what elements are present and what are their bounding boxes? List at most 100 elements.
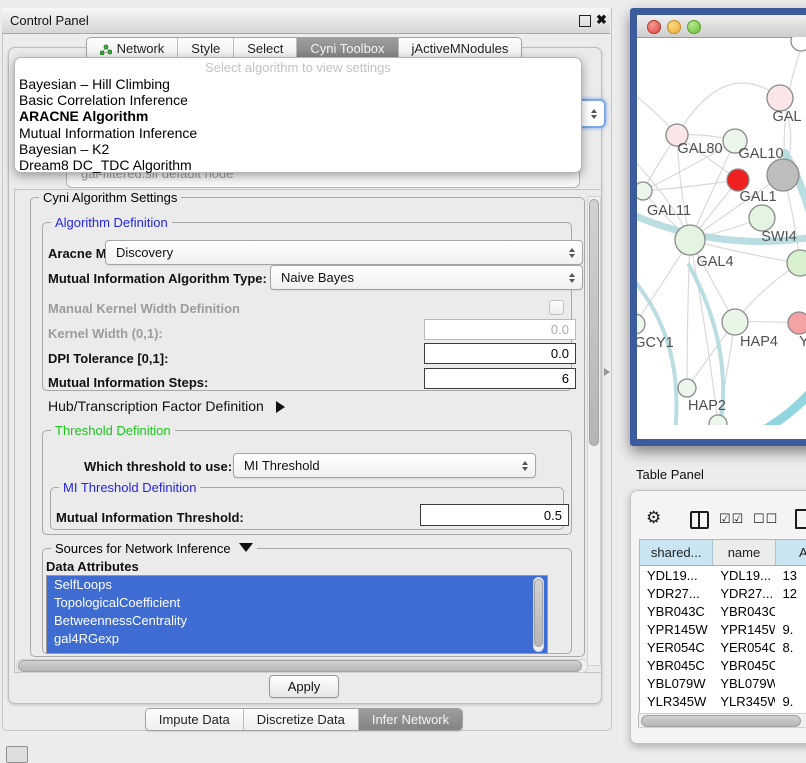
table-cell: YER054C — [640, 640, 713, 655]
network-node[interactable] — [709, 415, 727, 425]
gear-icon[interactable]: ⚙ — [646, 508, 661, 528]
network-node-label: GAL11 — [647, 203, 691, 219]
network-node[interactable] — [727, 169, 749, 191]
tab-label: Cyni Toolbox — [310, 38, 384, 59]
which-threshold-label: Which threshold to use: — [84, 459, 232, 474]
network-node-gal1[interactable] — [749, 205, 775, 231]
bottom-tab-discretize-data[interactable]: Discretize Data — [244, 709, 359, 730]
network-node-y[interactable] — [788, 312, 806, 334]
network-node-label: HAP2 — [688, 398, 726, 414]
table-row[interactable]: YDL19...YDL19...13 — [640, 566, 806, 584]
algorithm-option[interactable]: Mutual Information Inference — [15, 125, 581, 141]
settings-hscrollbar-thumb[interactable] — [18, 660, 582, 672]
network-node-gal[interactable] — [767, 85, 793, 111]
tab-network[interactable]: Network — [87, 38, 179, 59]
network-node-gcy1[interactable] — [637, 314, 645, 334]
manual-kernel-checkbox[interactable] — [549, 300, 564, 315]
float-window-icon[interactable] — [579, 15, 591, 27]
table-cell: YLR345W — [640, 694, 713, 709]
deselect-all-icon[interactable]: ☐☐ — [753, 511, 778, 527]
minimize-traffic-light-icon[interactable] — [667, 20, 681, 34]
network-node-gal11[interactable] — [637, 182, 652, 200]
table-cell: 9. — [775, 622, 806, 637]
close-traffic-light-icon[interactable] — [647, 20, 661, 34]
tab-style[interactable]: Style — [178, 38, 234, 59]
algorithm-option[interactable]: ARACNE Algorithm — [15, 108, 581, 124]
network-node-hap4[interactable] — [722, 309, 748, 335]
column-header-name[interactable]: name — [713, 540, 775, 566]
table-row[interactable]: YPR145WYPR145W9. — [640, 620, 806, 638]
document-icon[interactable] — [795, 509, 806, 529]
table-cell: YBL079W — [713, 676, 775, 691]
kernel-width-field[interactable]: 0.0 — [424, 319, 576, 340]
mi-threshold-label: Mutual Information Threshold: — [56, 510, 244, 525]
select-all-icon[interactable]: ☑☑ — [719, 511, 744, 527]
desktop: { "control_panel": { "title": "Control P… — [0, 0, 806, 762]
tab-cyni-toolbox[interactable]: Cyni Toolbox — [297, 38, 398, 59]
attribute-list-item[interactable]: BetweennessCentrality — [47, 612, 547, 630]
table-row[interactable]: YER054CYER054C8. — [640, 638, 806, 656]
table-row[interactable]: YBR043CYBR043C — [640, 602, 806, 620]
algorithm-option[interactable]: Dream8 DC_TDC Algorithm — [15, 157, 581, 173]
mi-steps-field[interactable]: 6 — [424, 368, 576, 389]
apply-button[interactable]: Apply — [269, 675, 339, 698]
list-scrollbar-thumb[interactable] — [534, 579, 543, 647]
table-cell: YBR043C — [713, 604, 775, 619]
settings-vscrollbar-thumb[interactable] — [589, 199, 599, 446]
hub-section-toggle[interactable]: Hub/Transcription Factor Definition — [48, 398, 285, 414]
attribute-list-item[interactable]: TopologicalCoefficient — [47, 594, 547, 612]
zoom-traffic-light-icon[interactable] — [687, 20, 701, 34]
network-window-titlebar[interactable] — [637, 15, 806, 38]
network-node-gal4[interactable] — [675, 225, 705, 255]
splitter-arrow-icon[interactable] — [604, 368, 610, 376]
network-tab-icon — [100, 43, 112, 55]
network-view-window[interactable]: GALGAL80GAL10GAL1GAL11GAL4SWI4GCY1HAP4YH… — [630, 8, 806, 446]
aracne-mode-combo[interactable]: Discovery — [105, 240, 583, 265]
attribute-list-item[interactable]: SelfLoops — [47, 576, 547, 594]
table-cell: YBR045C — [713, 658, 775, 673]
tab-select[interactable]: Select — [234, 38, 297, 59]
table-cell: YDL19... — [713, 568, 775, 583]
column-header-A[interactable]: A — [776, 540, 806, 566]
algorithm-option[interactable]: Basic Correlation Inference — [15, 92, 581, 108]
tab-label: Style — [191, 38, 220, 59]
combo-spinner-icon — [569, 273, 575, 283]
table-row[interactable]: YDR27...YDR27...12 — [640, 584, 806, 602]
network-node-hap2[interactable] — [678, 379, 696, 397]
network-node[interactable] — [767, 159, 799, 191]
network-edge — [643, 180, 738, 191]
table-hscrollbar[interactable] — [638, 713, 806, 728]
algorithm-definition-title: Algorithm Definition — [51, 215, 172, 230]
tab-label: Discretize Data — [257, 709, 345, 730]
attribute-list-item[interactable]: gal4RGexp — [47, 630, 547, 648]
algorithm-option[interactable]: Bayesian – K2 — [15, 141, 581, 157]
bottom-tabs: Impute Data Discretize Data Infer Network — [8, 708, 600, 731]
settings-vscrollbar[interactable] — [587, 196, 601, 666]
data-attributes-list[interactable]: SelfLoopsTopologicalCoefficientBetweenne… — [46, 575, 548, 654]
network-node-label: GCY1 — [637, 335, 674, 351]
bottom-tab-impute-data[interactable]: Impute Data — [146, 709, 244, 730]
table-row[interactable]: YBR045CYBR045C — [640, 656, 806, 674]
dpi-tolerance-field[interactable]: 0.0 — [424, 343, 576, 364]
sources-title[interactable]: Sources for Network Inference — [51, 541, 257, 556]
list-scrollbar[interactable] — [533, 577, 544, 652]
network-node[interactable] — [791, 37, 806, 51]
settings-hscrollbar[interactable] — [16, 659, 588, 673]
table-row[interactable]: YLR345WYLR345W9. — [640, 692, 806, 710]
tab-jactivemnodules[interactable]: jActiveMNodules — [399, 38, 522, 59]
split-view-icon[interactable] — [690, 511, 709, 529]
minimized-panel-button[interactable] — [6, 746, 28, 763]
network-edge — [687, 240, 690, 388]
network-node-swi4[interactable] — [787, 250, 806, 276]
network-canvas[interactable]: GALGAL80GAL10GAL1GAL11GAL4SWI4GCY1HAP4YH… — [637, 37, 806, 425]
table-hscrollbar-thumb[interactable] — [641, 715, 801, 727]
mi-threshold-field[interactable]: 0.5 — [420, 504, 569, 526]
table-row[interactable]: YBL079WYBL079W — [640, 674, 806, 692]
column-header-shared[interactable]: shared... — [640, 540, 713, 566]
expanded-arrow-icon — [239, 543, 253, 552]
mi-algorithm-type-combo[interactable]: Naive Bayes — [270, 265, 583, 290]
which-threshold-combo[interactable]: MI Threshold — [233, 453, 536, 478]
algorithm-option[interactable]: Bayesian – Hill Climbing — [15, 76, 581, 92]
close-window-icon[interactable]: ✖ — [596, 12, 607, 28]
bottom-tab-infer-network[interactable]: Infer Network — [359, 709, 462, 730]
